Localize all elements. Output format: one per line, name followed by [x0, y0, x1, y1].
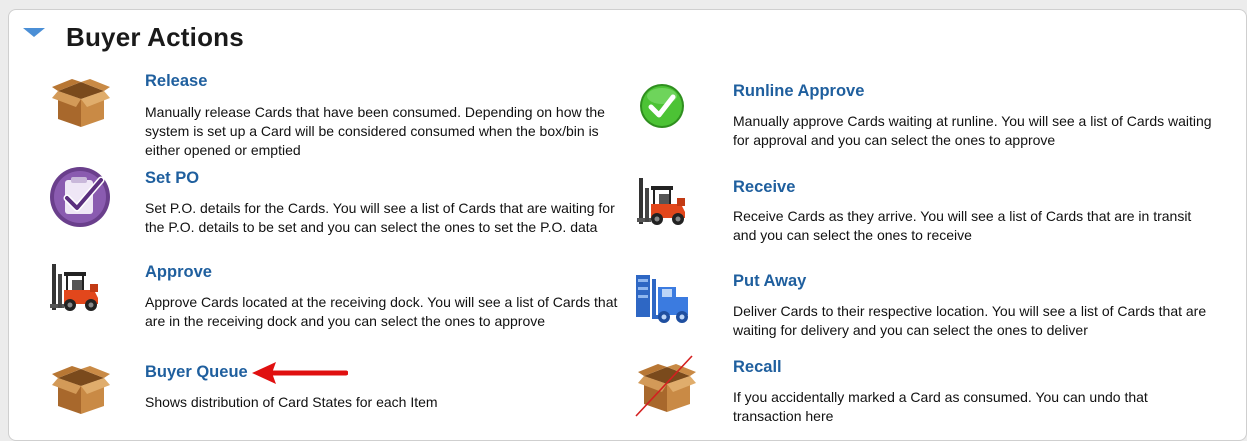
forklift-icon: [637, 178, 685, 225]
put-away-description: Deliver Cards to their respective locati…: [733, 303, 1207, 338]
forklift-icon: [50, 264, 98, 311]
collapse-triangle-icon[interactable]: [23, 28, 45, 37]
buyer-queue-link[interactable]: Buyer Queue: [145, 363, 248, 382]
blue-forklift-icon: [636, 275, 688, 323]
approve-link[interactable]: Approve: [145, 263, 212, 282]
cardboard-box-icon: [52, 366, 110, 414]
panel-title: Buyer Actions: [66, 22, 244, 52]
cardboard-box-icon: [52, 79, 110, 127]
runline-approve-description: Manually approve Cards waiting at runlin…: [733, 113, 1212, 148]
set-po-link[interactable]: Set PO: [145, 169, 199, 188]
red-arrow-icon: [252, 362, 348, 384]
receive-description: Receive Cards as they arrive. You will s…: [733, 208, 1192, 243]
green-check-icon: [640, 84, 684, 128]
checklist-icon: [50, 167, 110, 227]
set-po-description: Set P.O. details for the Cards. You will…: [145, 200, 615, 235]
approve-description: Approve Cards located at the receiving d…: [145, 294, 618, 329]
release-description: Manually release Cards that have been co…: [145, 104, 605, 158]
put-away-link[interactable]: Put Away: [733, 272, 806, 291]
release-link[interactable]: Release: [145, 72, 207, 91]
crossed-box-icon: [635, 355, 696, 417]
buyer-queue-description: Shows distribution of Card States for ea…: [145, 394, 438, 410]
recall-link[interactable]: Recall: [733, 358, 782, 377]
recall-description: If you accidentally marked a Card as con…: [733, 389, 1148, 424]
receive-link[interactable]: Receive: [733, 178, 795, 197]
runline-approve-link[interactable]: Runline Approve: [733, 82, 864, 101]
